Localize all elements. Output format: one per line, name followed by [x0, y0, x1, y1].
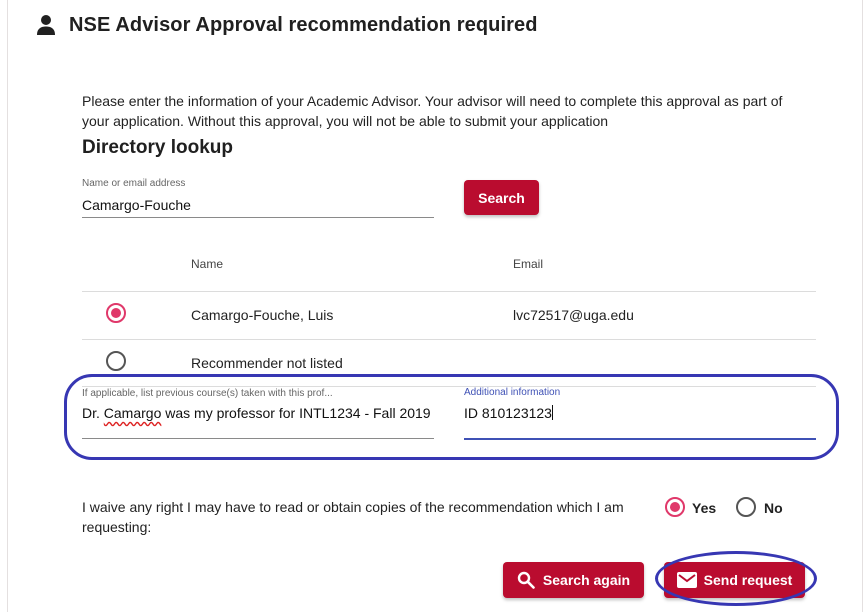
mail-icon [676, 572, 697, 588]
search-again-label: Search again [542, 572, 631, 588]
header: NSE Advisor Approval recommendation requ… [36, 10, 538, 40]
row-name: Camargo-Fouche, Luis [191, 307, 334, 323]
additional-info-underline [464, 438, 816, 440]
courses-text-post: was my professor for INTL1234 - Fall 201… [161, 405, 431, 421]
courses-text-pre: Dr. [82, 405, 104, 421]
column-header-email: Email [513, 257, 544, 271]
courses-input-underline [82, 438, 434, 439]
courses-input[interactable]: Dr. Camargo was my professor for INTL123… [82, 405, 434, 421]
person-icon [36, 14, 56, 36]
row-select-radio[interactable] [106, 303, 126, 323]
waiver-yes-label[interactable]: Yes [692, 500, 716, 516]
lookup-field-label: Name or email address [82, 178, 186, 189]
waiver-no-radio[interactable] [736, 497, 756, 517]
column-header-name: Name [191, 257, 224, 271]
row-name: Recommender not listed [191, 355, 343, 371]
lookup-input-underline [82, 217, 434, 218]
courses-field-label: If applicable, list previous course(s) t… [82, 388, 333, 399]
waiver-yes-radio[interactable] [665, 497, 685, 517]
page-title: NSE Advisor Approval recommendation requ… [69, 13, 538, 36]
intro-text: Please enter the information of your Aca… [82, 93, 783, 129]
text-cursor [551, 405, 553, 420]
send-request-button[interactable]: Send request [664, 562, 805, 598]
search-icon [517, 571, 535, 589]
additional-info-value: ID 810123123 [464, 405, 552, 421]
directory-lookup-title: Directory lookup [82, 137, 233, 158]
table-divider [82, 291, 816, 292]
waiver-text: I waive any right I may have to read or … [82, 499, 624, 535]
search-again-button[interactable]: Search again [503, 562, 644, 598]
row-select-radio[interactable] [106, 351, 126, 371]
additional-info-label: Additional information [464, 387, 561, 398]
row-email: lvc72517@uga.edu [513, 307, 634, 323]
send-request-label: Send request [703, 572, 793, 588]
waiver-no-label[interactable]: No [764, 500, 783, 516]
lookup-input[interactable] [82, 196, 432, 214]
search-button[interactable]: Search [464, 180, 539, 215]
table-divider [82, 339, 816, 340]
misspelled-word: Camargo [103, 405, 162, 421]
additional-info-input[interactable]: ID 810123123 [464, 405, 816, 421]
